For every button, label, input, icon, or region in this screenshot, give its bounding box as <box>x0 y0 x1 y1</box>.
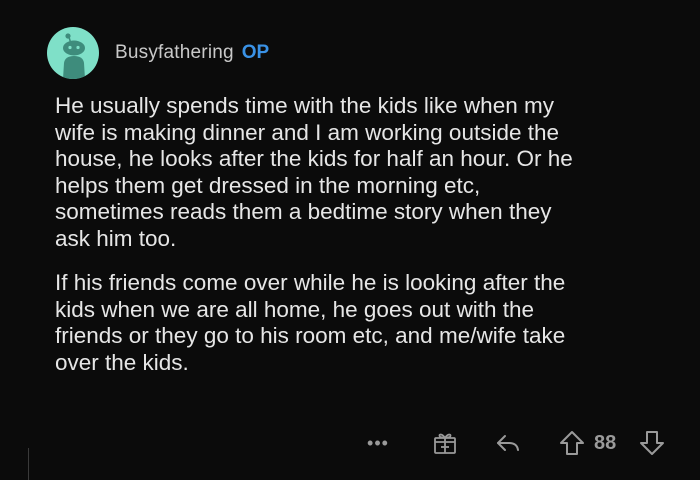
snoo-avatar-icon[interactable] <box>47 27 99 79</box>
comment-header: Busyfathering OP <box>47 27 269 79</box>
op-badge: OP <box>241 42 270 63</box>
gift-icon <box>434 433 456 454</box>
upvote-arrow-icon <box>560 431 584 455</box>
downvote-button[interactable] <box>638 428 666 458</box>
more-options-button[interactable]: ••• <box>366 428 390 458</box>
reply-arrow-icon <box>497 435 519 451</box>
comment-paragraph-1: He usually spends time with the kids lik… <box>55 93 573 251</box>
vote-score: 88 <box>594 432 617 454</box>
comment-action-bar: ••• 88 <box>0 428 700 458</box>
comment-author[interactable]: Busyfathering <box>115 42 234 64</box>
more-options-label: ••• <box>367 432 389 453</box>
downvote-arrow-icon <box>640 431 664 455</box>
upvote-button[interactable] <box>558 428 586 458</box>
comment-body: He usually spends time with the kids lik… <box>55 93 695 376</box>
comment-paragraph-2: If his friends come over while he is loo… <box>55 270 566 375</box>
award-button[interactable] <box>431 428 459 458</box>
reply-button[interactable] <box>494 428 522 458</box>
